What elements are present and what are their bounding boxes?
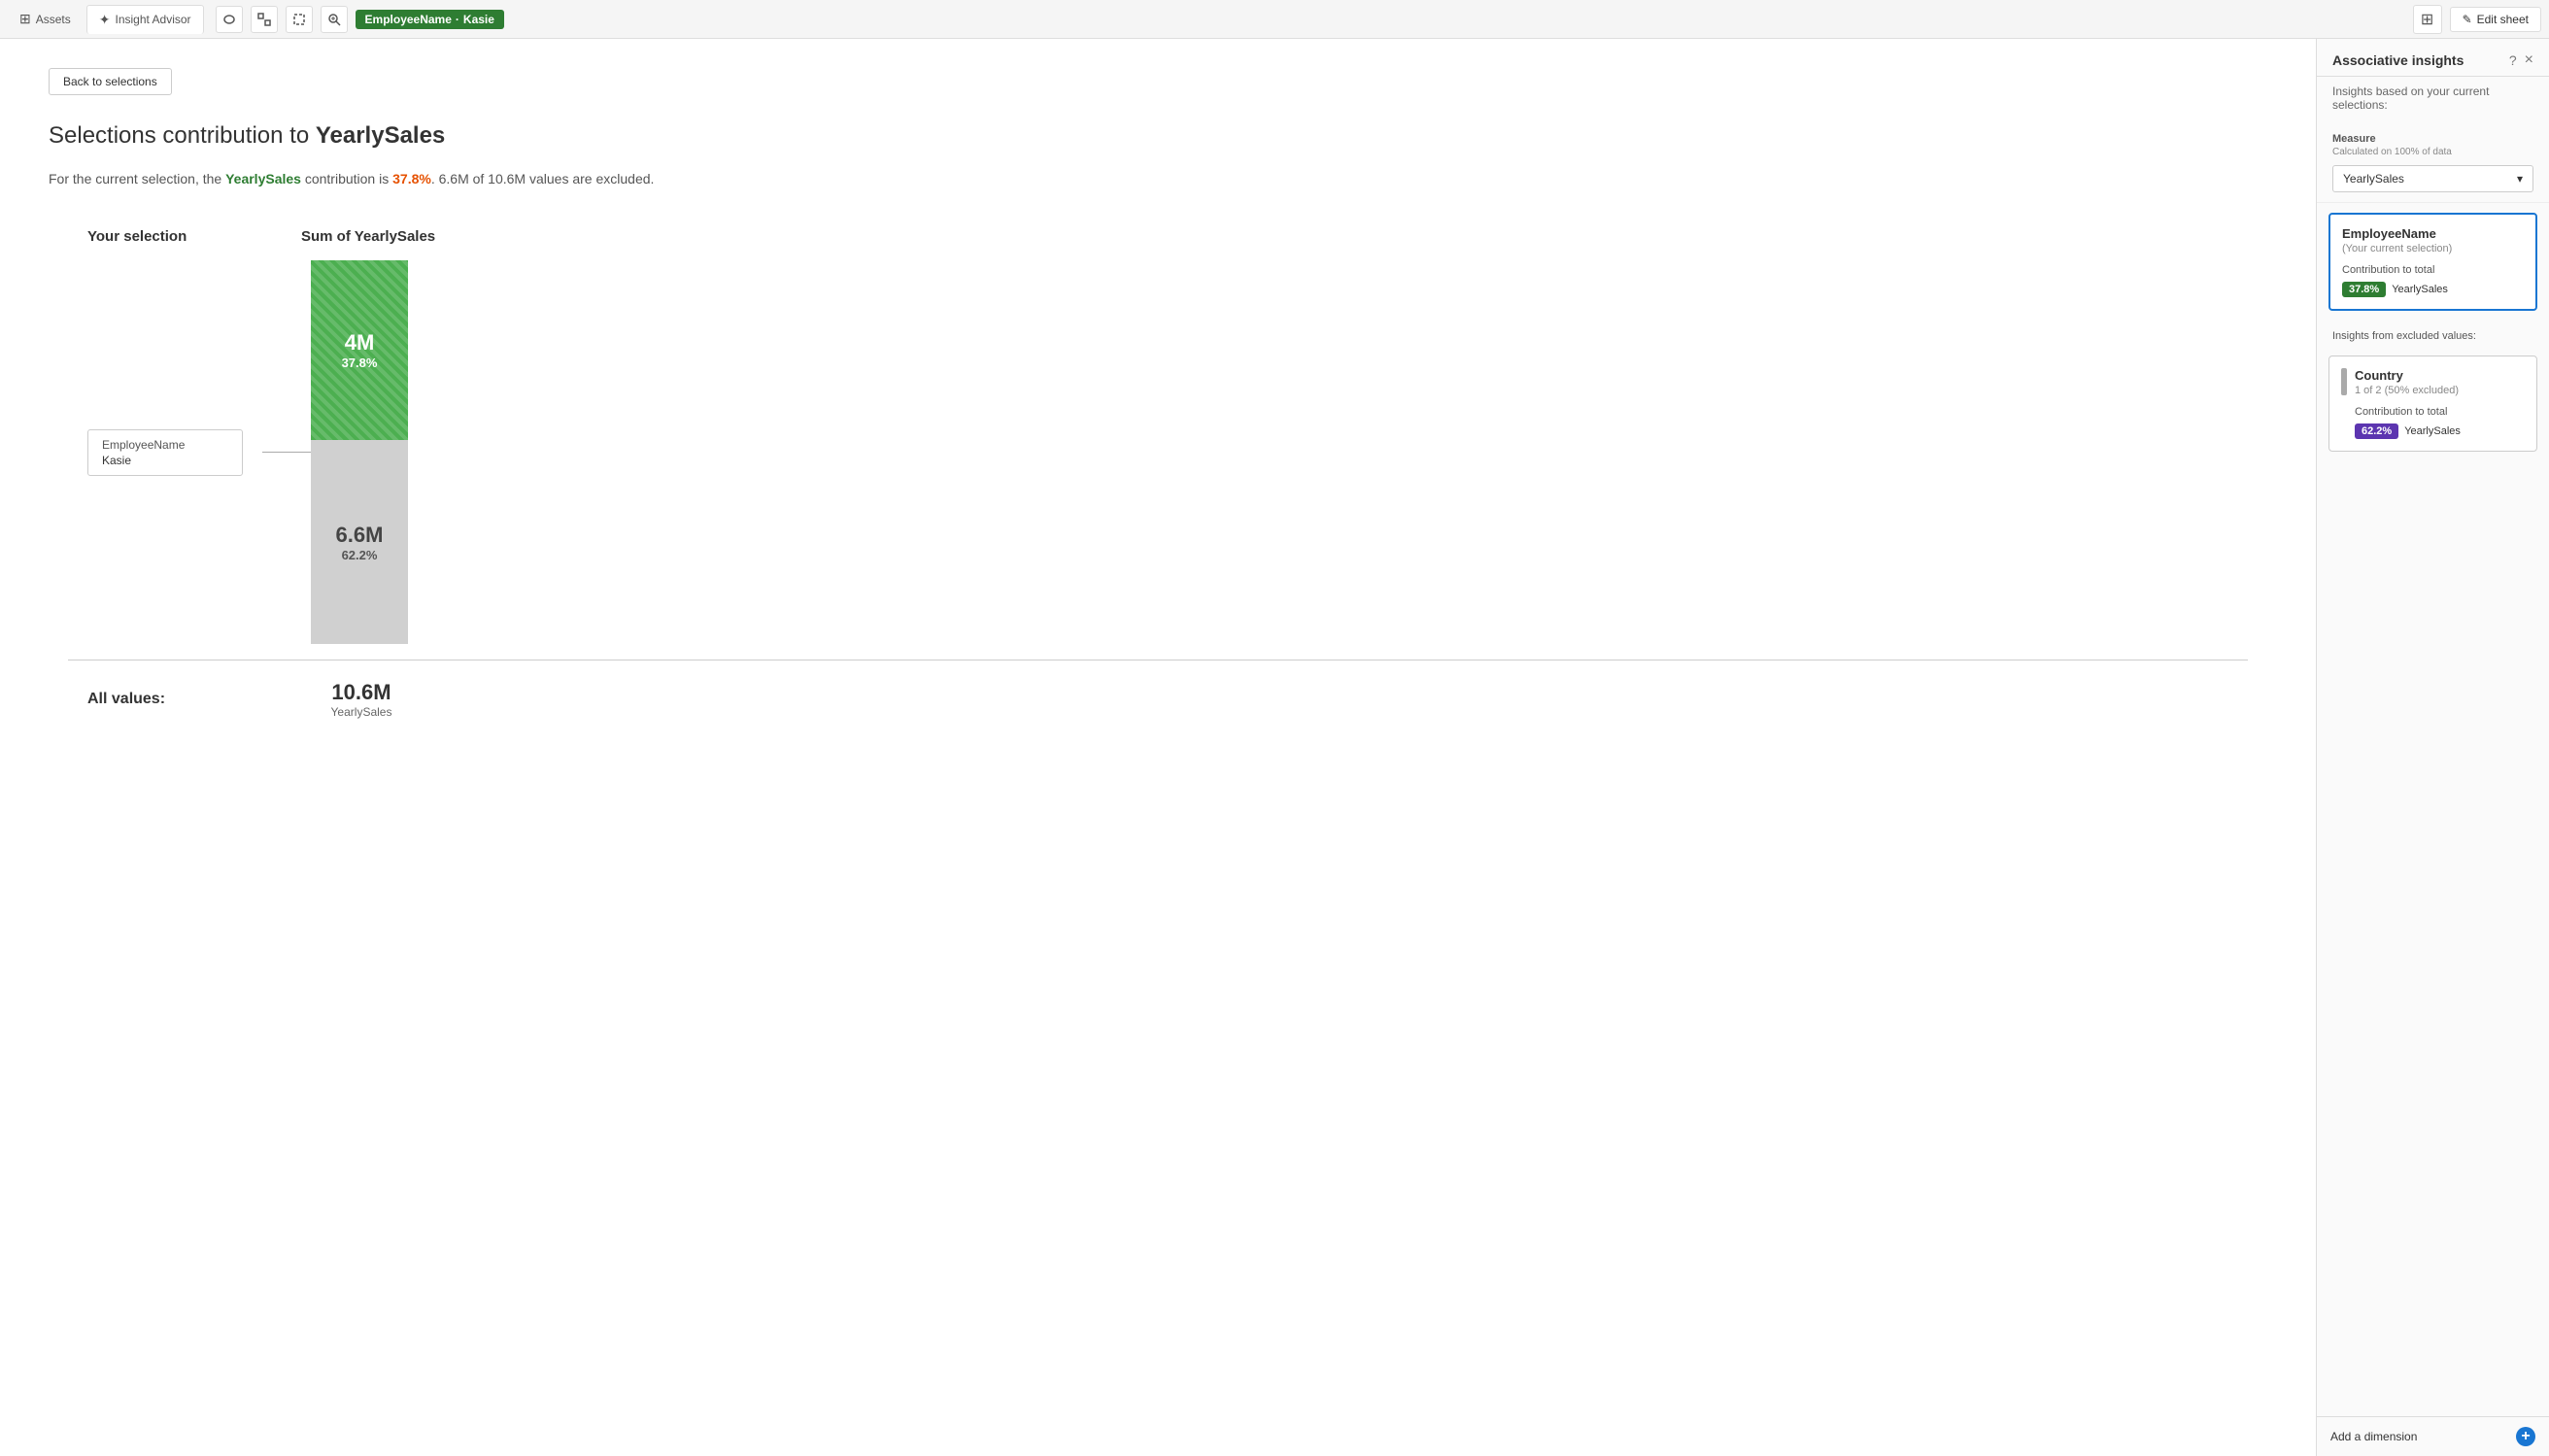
gray-bar-pct: 62.2% <box>342 548 378 562</box>
content-area: Back to selections Selections contributi… <box>0 39 2316 1456</box>
close-icon[interactable]: × <box>2525 52 2533 68</box>
measure-value: YearlySales <box>2343 172 2404 186</box>
add-dimension-label: Add a dimension <box>2330 1430 2417 1443</box>
select-icon-btn[interactable] <box>286 6 313 33</box>
measure-section: Measure Calculated on 100% of data Yearl… <box>2317 123 2549 203</box>
desc-suffix: . 6.6M of 10.6M values are excluded. <box>431 171 655 186</box>
lasso-icon <box>222 13 236 26</box>
page-title: Selections contribution to YearlySales <box>49 122 2267 150</box>
your-selection-header: Your selection <box>87 228 301 245</box>
connector-line <box>262 452 311 453</box>
title-prefix: Selections contribution to <box>49 122 316 149</box>
tab-insight-label: Insight Advisor <box>115 13 190 26</box>
employee-contrib-measure: YearlySales <box>2392 284 2448 295</box>
insight-icon: ✦ <box>99 12 111 28</box>
chevron-down-icon: ▾ <box>2517 172 2523 186</box>
zoom-icon-btn[interactable] <box>321 6 348 33</box>
selection-box: EmployeeName Kasie <box>87 429 243 476</box>
totals-row: All values: 10.6M YearlySales <box>68 660 2248 719</box>
info-icon[interactable]: ? <box>2509 52 2517 68</box>
employee-card-sub: (Your current selection) <box>2342 243 2524 254</box>
country-card-title: Country <box>2355 368 2525 383</box>
title-field: YearlySales <box>316 122 445 149</box>
totals-label-wrapper: All values: <box>87 691 313 708</box>
topbar-right: ⊞ ✎ Edit sheet <box>2413 5 2541 34</box>
green-bar-value: 4M <box>345 330 375 356</box>
selection-field: EmployeeName <box>365 13 452 26</box>
expand-icon-btn[interactable] <box>251 6 278 33</box>
gray-bar: 6.6M 62.2% <box>311 440 408 644</box>
totals-sub: YearlySales <box>331 705 392 719</box>
toolbar-icons <box>216 6 348 33</box>
employee-contrib-label: Contribution to total <box>2342 264 2524 276</box>
add-dimension-icon[interactable]: + <box>2516 1427 2535 1446</box>
select-icon <box>292 13 306 26</box>
country-contrib-badge: 62.2% <box>2355 423 2398 439</box>
back-to-selections-btn[interactable]: Back to selections <box>49 68 172 95</box>
expand-icon <box>257 13 271 26</box>
country-insight-card[interactable]: Country 1 of 2 (50% excluded) Contributi… <box>2328 356 2537 452</box>
green-bar: 4M 37.8% <box>311 260 408 440</box>
employee-card-title: EmployeeName <box>2342 226 2524 241</box>
chart-headers: Your selection Sum of YearlySales <box>68 228 2248 245</box>
insights-from-label: Insights from excluded values: <box>2317 321 2549 346</box>
tab-assets[interactable]: ⊞ Assets <box>8 5 83 33</box>
totals-value-wrapper: 10.6M YearlySales <box>313 680 410 719</box>
grid-view-btn[interactable]: ⊞ <box>2413 5 2442 34</box>
desc-middle: contribution is <box>301 171 392 186</box>
description: For the current selection, the YearlySal… <box>49 169 2267 189</box>
desc-field: YearlySales <box>225 171 301 186</box>
panel-header: Associative insights ? × <box>2317 39 2549 77</box>
country-color-bar <box>2341 368 2347 395</box>
green-bar-pct: 37.8% <box>342 356 378 370</box>
measure-dropdown[interactable]: YearlySales ▾ <box>2332 165 2533 192</box>
right-panel: Associative insights ? × Insights based … <box>2316 39 2549 1456</box>
desc-prefix: For the current selection, the <box>49 171 225 186</box>
panel-subtitle: Insights based on your current selection… <box>2317 77 2549 123</box>
sel-value: Kasie <box>102 454 228 467</box>
panel-title: Associative insights <box>2332 52 2464 68</box>
sum-header: Sum of YearlySales <box>301 228 435 245</box>
country-contrib-label: Contribution to total <box>2355 406 2525 418</box>
add-dimension-row[interactable]: Add a dimension + <box>2317 1416 2549 1456</box>
employee-contrib-row: 37.8% YearlySales <box>2342 282 2524 297</box>
bar-chart: 4M 37.8% 6.6M 62.2% <box>311 260 408 644</box>
tab-assets-label: Assets <box>36 13 71 26</box>
country-card-sub: 1 of 2 (50% excluded) <box>2355 385 2525 396</box>
tab-insight-advisor[interactable]: ✦ Insight Advisor <box>86 5 204 34</box>
edit-sheet-btn[interactable]: ✎ Edit sheet <box>2450 7 2541 32</box>
chart-row: EmployeeName Kasie 4M 37.8% 6.6M 62.2% <box>68 260 2248 644</box>
zoom-icon <box>327 13 341 26</box>
selection-chip[interactable]: EmployeeName · Kasie <box>356 10 504 29</box>
measure-label: Measure <box>2332 133 2533 145</box>
selection-box-wrapper: EmployeeName Kasie <box>87 429 243 476</box>
pencil-icon: ✎ <box>2463 13 2472 26</box>
totals-number: 10.6M <box>331 680 391 705</box>
desc-pct: 37.8% <box>392 171 431 186</box>
selection-value: Kasie <box>463 13 494 26</box>
country-card-inner: Country 1 of 2 (50% excluded) Contributi… <box>2341 368 2525 439</box>
country-card-content: Country 1 of 2 (50% excluded) Contributi… <box>2355 368 2525 439</box>
gray-bar-value: 6.6M <box>336 523 384 548</box>
main-layout: Back to selections Selections contributi… <box>0 39 2549 1456</box>
assets-icon: ⊞ <box>19 11 31 27</box>
totals-label: All values: <box>87 691 165 707</box>
chart-section: Your selection Sum of YearlySales Employ… <box>49 228 2267 719</box>
country-contrib-measure: YearlySales <box>2404 425 2461 437</box>
topbar: ⊞ Assets ✦ Insight Advisor <box>0 0 2549 39</box>
lasso-icon-btn[interactable] <box>216 6 243 33</box>
edit-sheet-label: Edit sheet <box>2477 13 2529 26</box>
country-contrib-row: 62.2% YearlySales <box>2355 423 2525 439</box>
employee-contrib-badge: 37.8% <box>2342 282 2386 297</box>
employee-insight-card[interactable]: EmployeeName (Your current selection) Co… <box>2328 213 2537 311</box>
sel-title: EmployeeName <box>102 438 228 452</box>
measure-sub: Calculated on 100% of data <box>2332 147 2533 157</box>
